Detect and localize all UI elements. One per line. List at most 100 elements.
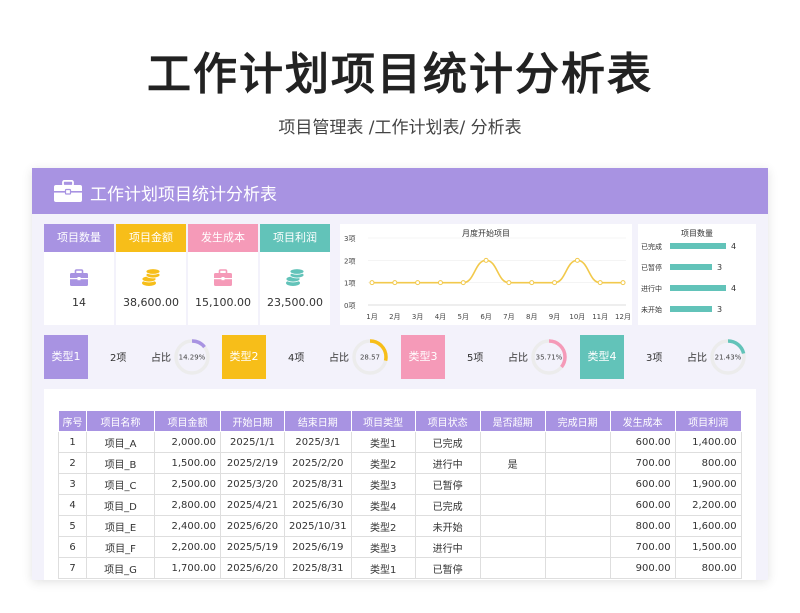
table-cell[interactable]: 2,500.00 — [154, 473, 221, 495]
table-cell[interactable]: 3 — [58, 473, 87, 495]
table-cell[interactable]: 是 — [479, 452, 546, 474]
data-point — [506, 280, 512, 286]
line-chart: 0项 1项 2项 3项 1月 2月 3月 4月 5月 6月 7月 8月 9月 10月 11月 12月 — [344, 235, 631, 321]
table-row[interactable]: 6 项目_F 2,200.00 2025/5/19 2025/6/19 类型3 进行中 700… — [58, 536, 742, 558]
table-cell[interactable] — [544, 452, 611, 474]
table-cell[interactable]: 800.00 — [674, 452, 742, 474]
table-row[interactable]: 7 项目_G 1,700.00 2025/6/20 2025/8/31 类型1 已暂停 900… — [58, 557, 742, 579]
table-cell[interactable]: 类型3 — [350, 473, 416, 495]
table-row[interactable]: 4 项目_D 2,800.00 2025/4/21 2025/6/30 类型4 已完成 600… — [58, 494, 742, 516]
type-count: 3项 — [646, 353, 663, 364]
table-cell[interactable] — [544, 536, 611, 558]
column-header: 开始日期 — [220, 410, 285, 432]
table-row[interactable]: 2 项目_B 1,500.00 2025/2/19 2025/2/20 类型2 进行中是 70… — [58, 452, 742, 474]
briefcase-icon — [214, 269, 232, 286]
table-cell[interactable]: 2025/1/1 — [220, 431, 285, 453]
table-cell[interactable] — [479, 494, 546, 516]
table-cell[interactable]: 类型2 — [350, 515, 416, 537]
type-donut: 14.29% — [174, 339, 210, 375]
table-cell[interactable]: 600.00 — [609, 431, 676, 453]
table-cell[interactable]: 项目_A — [86, 431, 155, 453]
table-cell[interactable] — [479, 431, 546, 453]
table-cell[interactable]: 2025/2/20 — [284, 452, 352, 474]
table-cell[interactable]: 4 — [58, 494, 87, 516]
table-cell[interactable]: 1 — [58, 431, 87, 453]
table-cell[interactable]: 800.00 — [674, 557, 742, 579]
table-cell[interactable] — [479, 473, 546, 495]
kpi-label: 项目金额 — [116, 224, 186, 252]
table-cell[interactable]: 2025/4/21 — [220, 494, 285, 516]
table-cell[interactable]: 类型1 — [350, 431, 416, 453]
x-tick-label: 3月 — [412, 313, 423, 321]
table-cell[interactable]: 项目_E — [86, 515, 155, 537]
table-cell[interactable]: 1,700.00 — [154, 557, 221, 579]
table-cell[interactable]: 2,400.00 — [154, 515, 221, 537]
table-cell[interactable]: 进行中 — [414, 452, 481, 474]
table-cell[interactable]: 1,900.00 — [674, 473, 742, 495]
column-header: 项目名称 — [86, 410, 155, 432]
table-cell[interactable]: 7 — [58, 557, 87, 579]
kpi-label: 项目利润 — [260, 224, 330, 252]
table-cell[interactable]: 2025/8/31 — [284, 557, 352, 579]
table-cell[interactable]: 类型4 — [350, 494, 416, 516]
table-cell[interactable]: 已完成 — [414, 431, 481, 453]
table-cell[interactable]: 项目_B — [86, 452, 155, 474]
table-row[interactable]: 5 项目_E 2,400.00 2025/6/20 2025/10/31 类型2 未开始 80… — [58, 515, 742, 537]
table-cell[interactable]: 项目_D — [86, 494, 155, 516]
table-cell[interactable] — [544, 473, 611, 495]
table-cell[interactable]: 2,000.00 — [154, 431, 221, 453]
table-row[interactable]: 1 项目_A 2,000.00 2025/1/1 2025/3/1 类型1 已完成 600.0… — [58, 431, 742, 453]
table-cell[interactable]: 类型1 — [350, 557, 416, 579]
table-cell[interactable]: 2025/8/31 — [284, 473, 352, 495]
page-title: 工作计划项目统计分析表 — [147, 49, 653, 100]
table-cell[interactable]: 类型2 — [350, 452, 416, 474]
table-cell[interactable]: 项目_F — [86, 536, 155, 558]
table-cell[interactable]: 1,600.00 — [674, 515, 742, 537]
table-cell[interactable]: 项目_C — [86, 473, 155, 495]
table-cell[interactable]: 700.00 — [609, 536, 676, 558]
table-cell[interactable]: 1,500.00 — [674, 536, 742, 558]
table-cell[interactable] — [479, 515, 546, 537]
x-tick-label: 8月 — [526, 313, 537, 321]
table-cell[interactable]: 2025/10/31 — [284, 515, 352, 537]
table-cell[interactable]: 6 — [58, 536, 87, 558]
table-cell[interactable] — [479, 557, 546, 579]
table-cell[interactable]: 2025/6/30 — [284, 494, 352, 516]
table-cell[interactable]: 2025/6/19 — [284, 536, 352, 558]
table-cell[interactable]: 800.00 — [609, 515, 676, 537]
table-cell[interactable]: 2025/6/20 — [220, 557, 285, 579]
table-cell[interactable] — [479, 536, 546, 558]
table-row[interactable]: 3 项目_C 2,500.00 2025/3/20 2025/8/31 类型3 已暂停 600… — [58, 473, 742, 495]
table-cell[interactable]: 700.00 — [609, 452, 676, 474]
table-cell[interactable]: 项目_G — [86, 557, 155, 579]
table-cell[interactable]: 2025/6/20 — [220, 515, 285, 537]
table-cell[interactable]: 类型3 — [350, 536, 416, 558]
table-cell[interactable] — [544, 431, 611, 453]
table-cell[interactable]: 2,200.00 — [674, 494, 742, 516]
table-cell[interactable]: 2025/5/19 — [220, 536, 285, 558]
table-cell[interactable]: 已暂停 — [414, 557, 481, 579]
table-cell[interactable]: 2,800.00 — [154, 494, 221, 516]
table-cell[interactable]: 进行中 — [414, 536, 481, 558]
table-cell[interactable]: 2025/3/20 — [220, 473, 285, 495]
table-cell[interactable] — [544, 494, 611, 516]
status-count-chart: 项目数量 已完成 4 已暂停 3 进行中 4 未开始 3 — [638, 224, 756, 325]
table-cell[interactable]: 1,500.00 — [154, 452, 221, 474]
table-cell[interactable]: 2,200.00 — [154, 536, 221, 558]
table-cell[interactable] — [544, 557, 611, 579]
table-cell[interactable]: 600.00 — [609, 473, 676, 495]
table-header-row: 序号 项目名称 项目金额 开始日期 结束日期 项目类型 项目状态 是否超期 完成日期 发生成本 项目… — [58, 410, 742, 432]
table-cell[interactable] — [544, 515, 611, 537]
table-cell[interactable]: 900.00 — [609, 557, 676, 579]
x-tick-label: 1月 — [366, 313, 377, 321]
table-cell[interactable]: 已完成 — [414, 494, 481, 516]
table-cell[interactable]: 未开始 — [414, 515, 481, 537]
table-cell[interactable]: 2 — [58, 452, 87, 474]
category-label: 未开始 — [641, 305, 662, 314]
table-cell[interactable]: 5 — [58, 515, 87, 537]
table-cell[interactable]: 1,400.00 — [674, 431, 742, 453]
table-cell[interactable]: 2025/2/19 — [220, 452, 285, 474]
table-cell[interactable]: 2025/3/1 — [284, 431, 352, 453]
table-cell[interactable]: 600.00 — [609, 494, 676, 516]
table-cell[interactable]: 已暂停 — [414, 473, 481, 495]
